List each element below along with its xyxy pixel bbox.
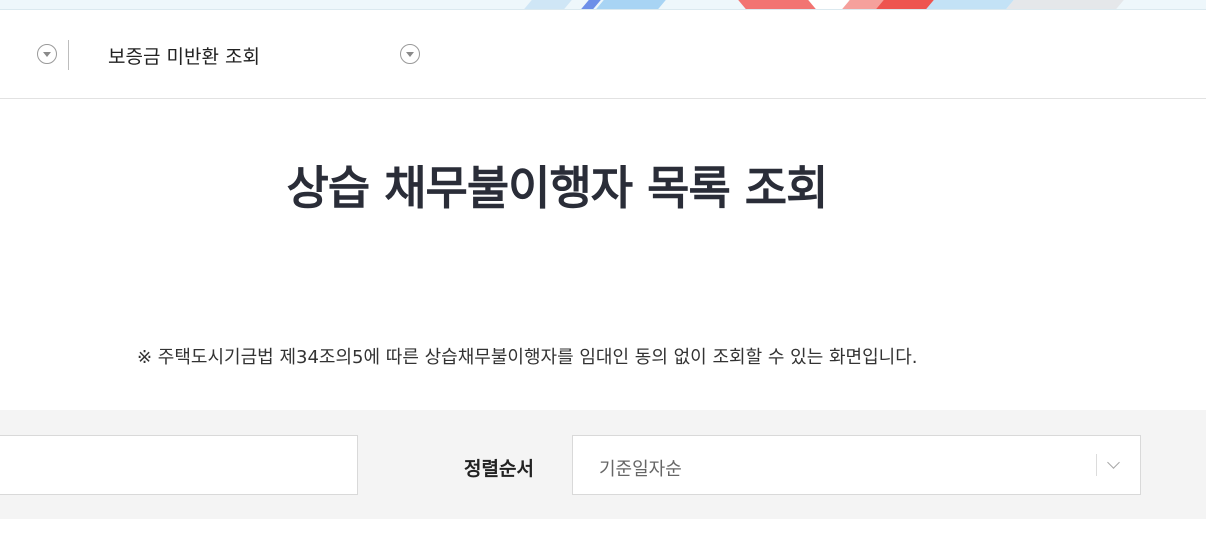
sort-order-label: 정렬순서 [464,458,534,480]
breadcrumb-divider [68,40,69,70]
filter-area: 정렬순서 기준일자순 [0,410,1206,519]
breadcrumb-current-label[interactable]: 보증금 미반환 조회 [108,42,260,69]
page: 보증금 미반환 조회 상습 채무불이행자 목록 조회 ※ 주택도시기금법 제34… [0,0,1206,541]
page-title: 상습 채무불이행자 목록 조회 [286,161,829,215]
search-input[interactable] [0,435,358,495]
top-banner-strip [0,0,1206,10]
sort-order-select[interactable]: 기준일자순 [572,435,1141,495]
chevron-down-icon[interactable] [1107,456,1120,469]
breadcrumb-menu-dropdown-icon[interactable] [400,44,420,64]
banner-decoration [596,0,666,9]
banner-decoration [1006,0,1124,9]
banner-decoration [524,0,572,9]
breadcrumb: 보증금 미반환 조회 [0,10,1206,99]
notice-text: ※ 주택도시기금법 제34조의5에 따른 상습채무불이행자를 임대인 동의 없이… [137,347,918,368]
breadcrumb-dropdown-icon[interactable] [37,44,57,64]
banner-decoration [926,0,1014,9]
sort-order-selected-value: 기준일자순 [599,459,682,480]
select-divider [1096,454,1097,476]
